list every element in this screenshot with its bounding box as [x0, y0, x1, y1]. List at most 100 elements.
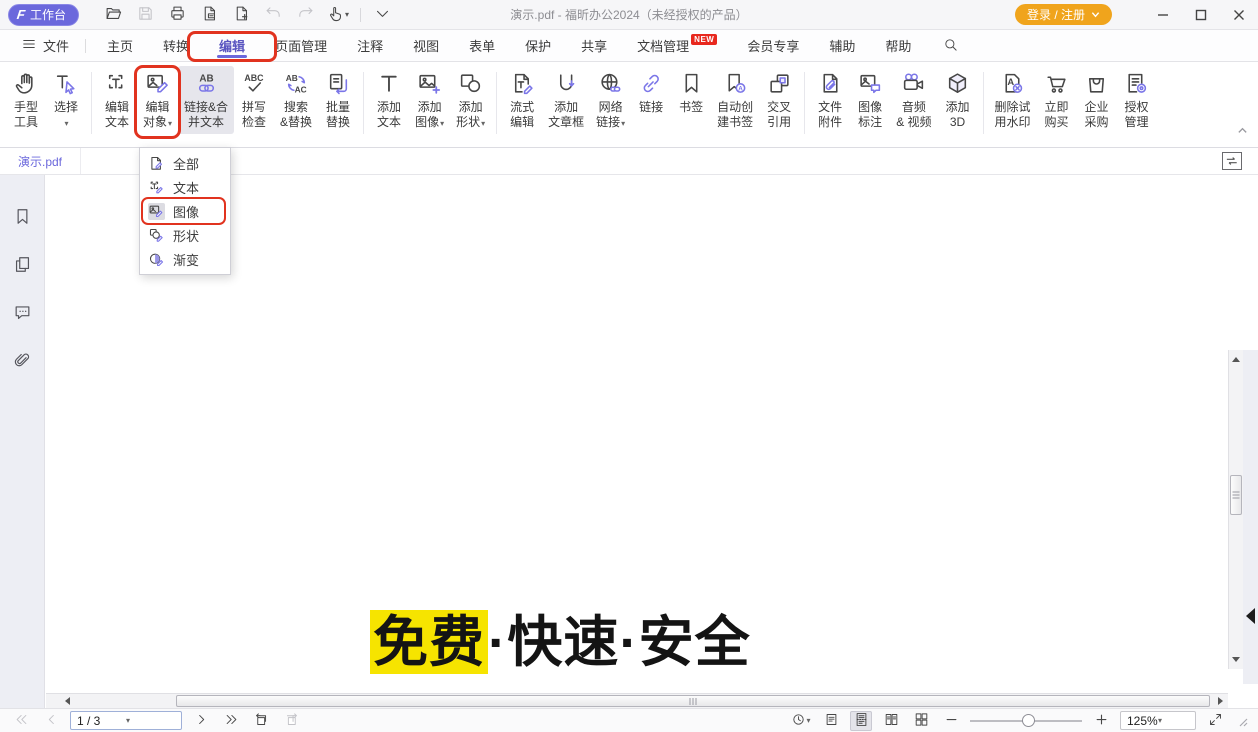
- vertical-scrollbar[interactable]: [1228, 350, 1243, 669]
- single-page-view-button[interactable]: [820, 711, 842, 731]
- tab-会员专享[interactable]: 会员专享: [732, 30, 814, 61]
- pages-panel-button[interactable]: [9, 253, 35, 279]
- rotate-view-left-button[interactable]: [250, 711, 272, 731]
- scroll-up-button[interactable]: [1229, 352, 1243, 367]
- slider-handle[interactable]: [1022, 714, 1035, 727]
- facing-continuous-view-button[interactable]: [910, 711, 932, 731]
- scroll-right-button[interactable]: [1213, 694, 1228, 708]
- horizontal-scroll-thumb[interactable]: [176, 695, 1210, 707]
- document-tab[interactable]: 演示.pdf: [0, 148, 81, 174]
- tab-注释[interactable]: 注释: [342, 30, 398, 61]
- zoom-level-box[interactable]: 125%▾: [1120, 711, 1196, 730]
- login-register-button[interactable]: 登录 / 注册: [1015, 4, 1112, 25]
- fullscreen-button[interactable]: [1204, 711, 1226, 731]
- close-current-file-button[interactable]: [197, 3, 223, 27]
- tab-转换[interactable]: 转换: [148, 30, 204, 61]
- search-button[interactable]: [936, 30, 964, 61]
- auto-scroll-button[interactable]: ▾: [790, 711, 812, 731]
- menu-item-edit-image-object[interactable]: 图像: [140, 199, 230, 223]
- link-button[interactable]: 链接: [631, 66, 671, 119]
- web-link-button[interactable]: 网络链接▾: [590, 66, 631, 135]
- flow-edit-button[interactable]: 流式编辑: [502, 66, 542, 134]
- tab-文档管理[interactable]: 文档管理NEW: [622, 30, 732, 61]
- tab-保护[interactable]: 保护: [510, 30, 566, 61]
- tab-页面管理[interactable]: 页面管理: [260, 30, 342, 61]
- facing-view-button[interactable]: [880, 711, 902, 731]
- minimize-button[interactable]: [1144, 0, 1182, 30]
- add-shape-button[interactable]: 添加形状▾: [450, 66, 491, 135]
- next-page-button[interactable]: [190, 711, 212, 731]
- link-chain-icon: [639, 71, 664, 96]
- spell-check-button[interactable]: ABC拼写检查: [234, 66, 274, 134]
- hand-tool-button[interactable]: 手型工具: [6, 66, 46, 134]
- search-replace-button[interactable]: ABAC搜索&替换: [274, 66, 318, 134]
- comments-panel-button[interactable]: [9, 301, 35, 327]
- collapse-panel-handle[interactable]: [1246, 608, 1255, 624]
- redo-button[interactable]: [293, 3, 319, 27]
- ribbon-label-line2: 文章框: [548, 115, 584, 130]
- last-page-button[interactable]: [220, 711, 242, 731]
- audio-video-button[interactable]: 音频& 视频: [890, 66, 937, 134]
- cross-reference-button[interactable]: 交叉引用: [759, 66, 799, 134]
- link-merge-text-button[interactable]: AB链接&合并文本: [178, 66, 234, 134]
- ribbon-label-line1: 添加: [418, 100, 442, 115]
- tab-帮助[interactable]: 帮助: [870, 30, 926, 61]
- vertical-scroll-thumb[interactable]: [1230, 475, 1242, 515]
- horizontal-scrollbar[interactable]: [46, 693, 1228, 708]
- scroll-down-button[interactable]: [1229, 652, 1243, 667]
- zoom-out-button[interactable]: [940, 711, 962, 731]
- triangle-down-icon: [1232, 657, 1240, 662]
- image-annotation-button[interactable]: 图像标注: [850, 66, 890, 134]
- workspace-button[interactable]: F 工作台: [8, 4, 79, 26]
- file-attachment-button[interactable]: 文件附件: [810, 66, 850, 134]
- first-page-button[interactable]: [10, 711, 32, 731]
- split-view-button[interactable]: [1222, 152, 1242, 170]
- auto-create-bookmark-button[interactable]: A自动创建书签: [711, 66, 759, 134]
- scroll-left-button[interactable]: [60, 694, 75, 708]
- tab-表单[interactable]: 表单: [454, 30, 510, 61]
- save-button[interactable]: [133, 3, 159, 27]
- page-number-box[interactable]: 1 / 3▾: [70, 711, 182, 730]
- create-pdf-button[interactable]: [229, 3, 255, 27]
- open-file-button[interactable]: [101, 3, 127, 27]
- bookmarks-panel-button[interactable]: [9, 205, 35, 231]
- menu-item-edit-gradient-object[interactable]: 渐变: [140, 247, 230, 271]
- menu-item-edit-all[interactable]: 全部: [140, 151, 230, 175]
- remove-trial-watermark-button[interactable]: A删除试用水印: [989, 66, 1037, 134]
- hand-mode-button[interactable]: ▾: [325, 3, 351, 27]
- license-management-button[interactable]: 授权管理: [1117, 66, 1157, 134]
- tab-主页[interactable]: 主页: [92, 30, 148, 61]
- add-article-box-button[interactable]: 添加文章框: [542, 66, 590, 134]
- collapse-ribbon-button[interactable]: [1237, 124, 1248, 139]
- tab-共享[interactable]: 共享: [566, 30, 622, 61]
- add-text-button[interactable]: 添加文本: [369, 66, 409, 134]
- st-facing-cont-icon: [914, 712, 929, 730]
- prev-page-button[interactable]: [40, 711, 62, 731]
- menu-item-edit-text-object[interactable]: 文本: [140, 175, 230, 199]
- add-3d-button[interactable]: 添加3D: [938, 66, 978, 134]
- enterprise-purchase-button[interactable]: 企业采购: [1077, 66, 1117, 134]
- print-button[interactable]: [165, 3, 191, 27]
- continuous-view-button[interactable]: [850, 711, 872, 731]
- undo-button[interactable]: [261, 3, 287, 27]
- tab-编辑[interactable]: 编辑: [204, 30, 260, 61]
- menu-item-edit-shape-object[interactable]: 形状: [140, 223, 230, 247]
- zoom-in-button[interactable]: [1090, 711, 1112, 731]
- select-tool-button[interactable]: 选择▾: [46, 66, 86, 135]
- add-image-button[interactable]: 添加图像▾: [409, 66, 450, 135]
- rotate-view-right-button[interactable]: [280, 711, 302, 731]
- ribbon-group: 添加文本添加图像▾添加形状▾: [369, 66, 491, 135]
- customize-quick-toolbar-button[interactable]: [370, 3, 396, 27]
- maximize-button[interactable]: [1182, 0, 1220, 30]
- edit-text-button[interactable]: 编辑文本: [97, 66, 137, 134]
- close-button[interactable]: [1220, 0, 1258, 30]
- bookmark-button[interactable]: 书签: [671, 66, 711, 119]
- tab-辅助[interactable]: 辅助: [814, 30, 870, 61]
- zoom-slider[interactable]: [970, 714, 1082, 728]
- attachments-panel-button[interactable]: [9, 349, 35, 375]
- tab-视图[interactable]: 视图: [398, 30, 454, 61]
- buy-now-button[interactable]: 立即购买: [1037, 66, 1077, 134]
- batch-replace-button[interactable]: 批量替换: [318, 66, 358, 134]
- menu-file[interactable]: 文件: [12, 30, 79, 61]
- edit-object-button[interactable]: 编辑对象▾: [137, 66, 178, 135]
